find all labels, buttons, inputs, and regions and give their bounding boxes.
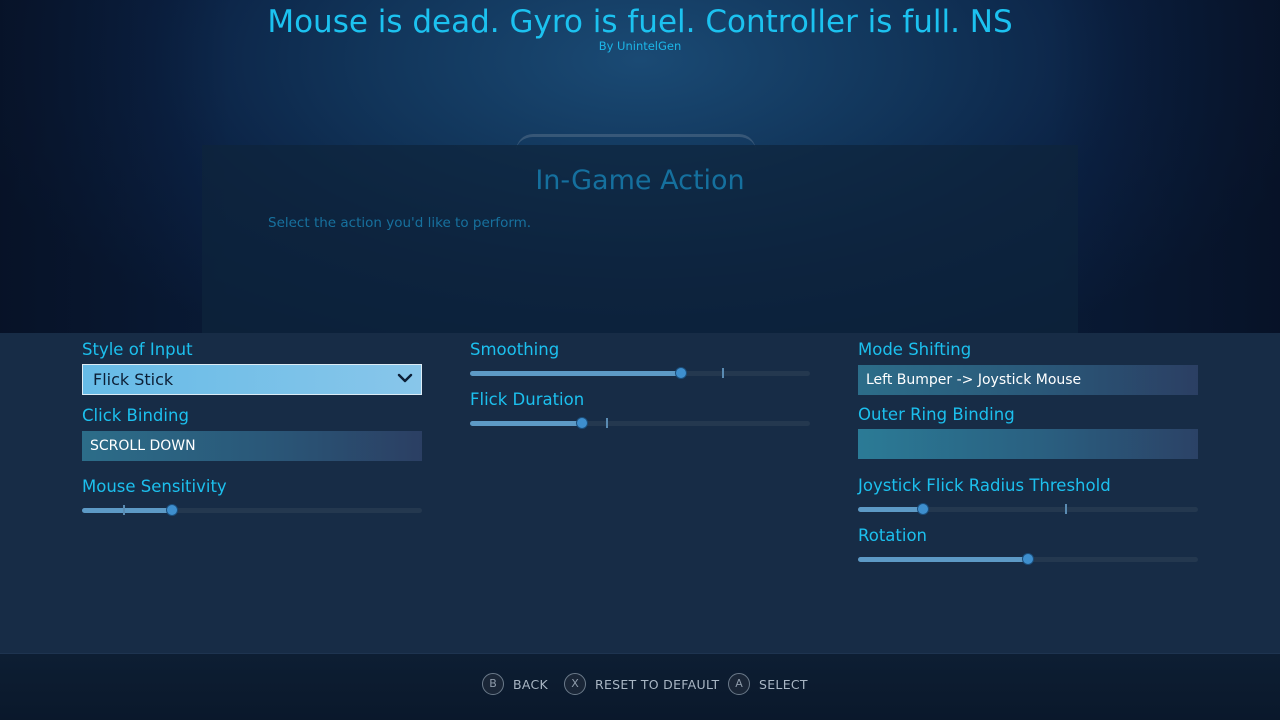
slider-fill [82, 508, 172, 513]
slider-thumb[interactable] [675, 367, 687, 379]
slider-fill [858, 557, 1028, 562]
config-author: By UnintelGen [598, 39, 682, 53]
smoothing-slider[interactable] [470, 366, 810, 380]
back-label: BACK [513, 676, 549, 692]
slider-thumb[interactable] [576, 417, 588, 429]
dialog-description: Select the action you'd like to perform. [268, 215, 532, 231]
click-binding-field[interactable]: SCROLL DOWN [82, 431, 422, 461]
reset-to-default-hint[interactable]: X RESET TO DEFAULT [564, 672, 719, 696]
slider-default-tick [722, 368, 724, 378]
in-game-action-dialog: In-Game Action Select the action you'd l… [202, 145, 1078, 333]
click-binding-label: Click Binding [82, 406, 189, 425]
joystick-flick-radius-threshold-slider[interactable] [858, 502, 1198, 516]
dialog-title: In-Game Action [535, 165, 745, 196]
x-button-icon: X [564, 673, 586, 695]
select-label: SELECT [759, 676, 808, 692]
slider-fill [470, 421, 582, 426]
joystick-flick-radius-threshold-label: Joystick Flick Radius Threshold [858, 476, 1111, 495]
mode-shifting-label: Mode Shifting [858, 340, 972, 359]
slider-fill [470, 371, 681, 376]
slider-fill [858, 507, 923, 512]
a-button-icon: A [728, 673, 750, 695]
outer-ring-binding-field[interactable] [858, 429, 1198, 459]
outer-ring-binding-label: Outer Ring Binding [858, 405, 1015, 424]
b-button-icon: B [482, 673, 504, 695]
smoothing-label: Smoothing [470, 340, 560, 359]
style-of-input-value: Flick Stick [93, 370, 174, 389]
style-of-input-dropdown[interactable]: Flick Stick [82, 364, 422, 395]
flick-duration-label: Flick Duration [470, 390, 585, 409]
slider-thumb[interactable] [166, 504, 178, 516]
back-hint[interactable]: B BACK [482, 672, 548, 696]
slider-default-tick [606, 418, 608, 428]
style-of-input-label: Style of Input [82, 340, 193, 359]
slider-default-tick [123, 505, 125, 515]
slider-thumb[interactable] [917, 503, 929, 515]
flick-duration-slider[interactable] [470, 416, 810, 430]
slider-default-tick [1065, 504, 1067, 514]
rotation-label: Rotation [858, 526, 928, 545]
mouse-sensitivity-slider[interactable] [82, 503, 422, 517]
reset-to-default-label: RESET TO DEFAULT [595, 676, 720, 692]
rotation-slider[interactable] [858, 552, 1198, 566]
config-title: Mouse is dead. Gyro is fuel. Controller … [267, 4, 1013, 40]
mode-shifting-field[interactable]: Left Bumper -> Joystick Mouse [858, 365, 1198, 395]
mouse-sensitivity-label: Mouse Sensitivity [82, 477, 227, 496]
slider-thumb[interactable] [1022, 553, 1034, 565]
chevron-down-icon [397, 373, 413, 383]
select-hint[interactable]: A SELECT [728, 672, 808, 696]
